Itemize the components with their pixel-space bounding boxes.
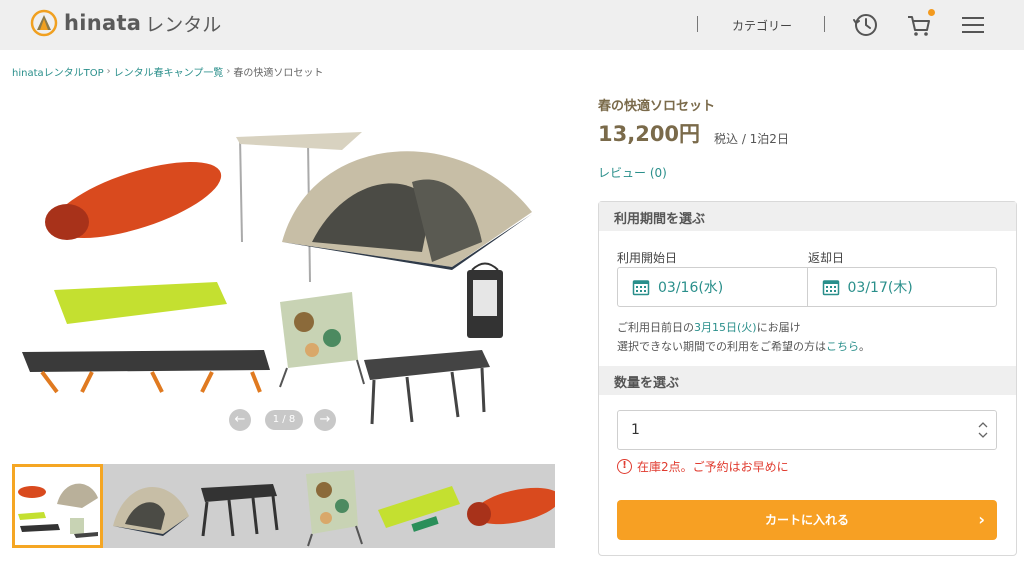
thumbnail-camp-set[interactable]	[12, 464, 103, 548]
quantity-heading: 数量を選ぶ	[599, 366, 1016, 395]
arrow-right-icon: →	[319, 412, 331, 427]
thumbnail-sleeping-mat-image	[378, 486, 460, 532]
add-to-cart-label: カートに入れる	[764, 513, 849, 527]
return-date-value: 03/17(木)	[847, 280, 913, 296]
gallery-counter: 1 / 8	[265, 410, 303, 430]
return-date-label: 返却日	[808, 251, 845, 265]
date-range-picker: 03/16(水) 03/17(木)	[617, 267, 997, 307]
start-date-field[interactable]: 03/16(水)	[618, 268, 807, 306]
sleeping-bag-illustration	[45, 161, 222, 240]
logo-text: hinata	[64, 11, 142, 35]
breadcrumb-current: 春の快適ソロセット	[233, 68, 324, 79]
calendar-icon	[822, 280, 839, 296]
thumbnail-sleeping-mat[interactable]	[374, 464, 465, 548]
site-header: hinata レンタル カテゴリー	[0, 0, 1024, 50]
return-date-field[interactable]: 03/17(木)	[806, 268, 997, 306]
unavailable-info-text: 。	[859, 340, 870, 353]
thumbnail-camp-set-image	[18, 483, 98, 538]
thumbnail-sleeping-bag[interactable]	[465, 464, 555, 548]
sleeping-mat-illustration	[54, 282, 227, 324]
breadcrumb-top-link[interactable]: hinataレンタルTOP	[12, 64, 104, 79]
unavailable-info-text: 選択できない期間での利用をご希望の方は	[617, 340, 826, 353]
add-to-cart-button[interactable]: カートに入れる ›	[617, 500, 997, 540]
gallery-prev-button[interactable]: ←	[229, 409, 251, 431]
tent-illustration	[236, 132, 532, 283]
thumbnail-mesh-table-image	[201, 484, 279, 537]
quantity-select[interactable]: 1	[617, 410, 997, 450]
delivery-info-text: ご利用日前日の	[617, 321, 694, 334]
cart-badge-dot	[928, 9, 935, 16]
booking-panel: 利用期間を選ぶ 利用開始日 返却日 03/16(水) 03/17(木) ご利用日…	[598, 201, 1017, 556]
unavailable-request-link[interactable]: こちら	[826, 340, 859, 353]
category-link[interactable]: カテゴリー	[732, 17, 792, 34]
quantity-value: 1	[631, 422, 640, 438]
thumbnail-strip	[12, 464, 555, 548]
review-link[interactable]: レビュー (0)	[598, 164, 667, 181]
start-date-value: 03/16(水)	[658, 280, 724, 296]
thumbnail-sleeping-bag-image	[466, 487, 555, 526]
camo-chair-illustration	[279, 292, 365, 388]
product-title: 春の快適ソロセット	[598, 99, 716, 114]
period-heading: 利用期間を選ぶ	[599, 202, 1016, 231]
start-date-label: 利用開始日	[617, 251, 678, 265]
stock-notice: ! 在庫2点。ご予約はお早めに	[617, 458, 789, 475]
logo-icon	[30, 9, 58, 37]
calendar-icon	[632, 280, 650, 296]
delivery-info-text: にお届け	[756, 321, 801, 334]
logo[interactable]: hinata レンタル	[30, 9, 221, 37]
mesh-table-illustration	[364, 350, 490, 425]
alert-icon: !	[617, 459, 632, 474]
lantern-illustration	[467, 262, 503, 338]
product-price: 13,200円	[598, 122, 701, 146]
header-divider	[697, 16, 698, 32]
cot-illustration	[22, 350, 270, 394]
unavailable-info: 選択できない期間での利用をご希望の方はこちら。	[617, 338, 870, 354]
select-arrows-icon	[978, 422, 988, 438]
header-divider	[824, 16, 825, 32]
thumbnail-camo-chair-image	[305, 470, 363, 547]
history-icon[interactable]	[851, 10, 881, 40]
price-note: 税込 / 1泊2日	[714, 132, 789, 146]
breadcrumb-category-link[interactable]: レンタル春キャンプ一覧	[114, 64, 224, 79]
thumbnail-dome-tent[interactable]	[103, 464, 194, 548]
chevron-right-icon: ›	[226, 66, 231, 77]
thumbnail-mesh-table[interactable]	[193, 464, 284, 548]
thumbnail-dome-tent-image	[112, 487, 189, 536]
thumbnail-camo-chair[interactable]	[284, 464, 375, 548]
gallery-next-button[interactable]: →	[314, 409, 336, 431]
logo-sub: レンタル	[145, 13, 222, 36]
product-main-image	[22, 132, 532, 425]
delivery-date: 3月15日(火)	[694, 321, 757, 334]
chevron-right-icon: ›	[106, 66, 111, 77]
stock-notice-text: 在庫2点。ご予約はお早めに	[637, 460, 789, 474]
arrow-left-icon: ←	[234, 412, 246, 427]
menu-icon[interactable]	[958, 10, 988, 40]
delivery-info: ご利用日前日の3月15日(火)にお届け	[617, 319, 801, 335]
chevron-right-icon: ›	[978, 510, 985, 529]
breadcrumb: hinataレンタルTOP › レンタル春キャンプ一覧 › 春の快適ソロセット	[12, 64, 323, 79]
